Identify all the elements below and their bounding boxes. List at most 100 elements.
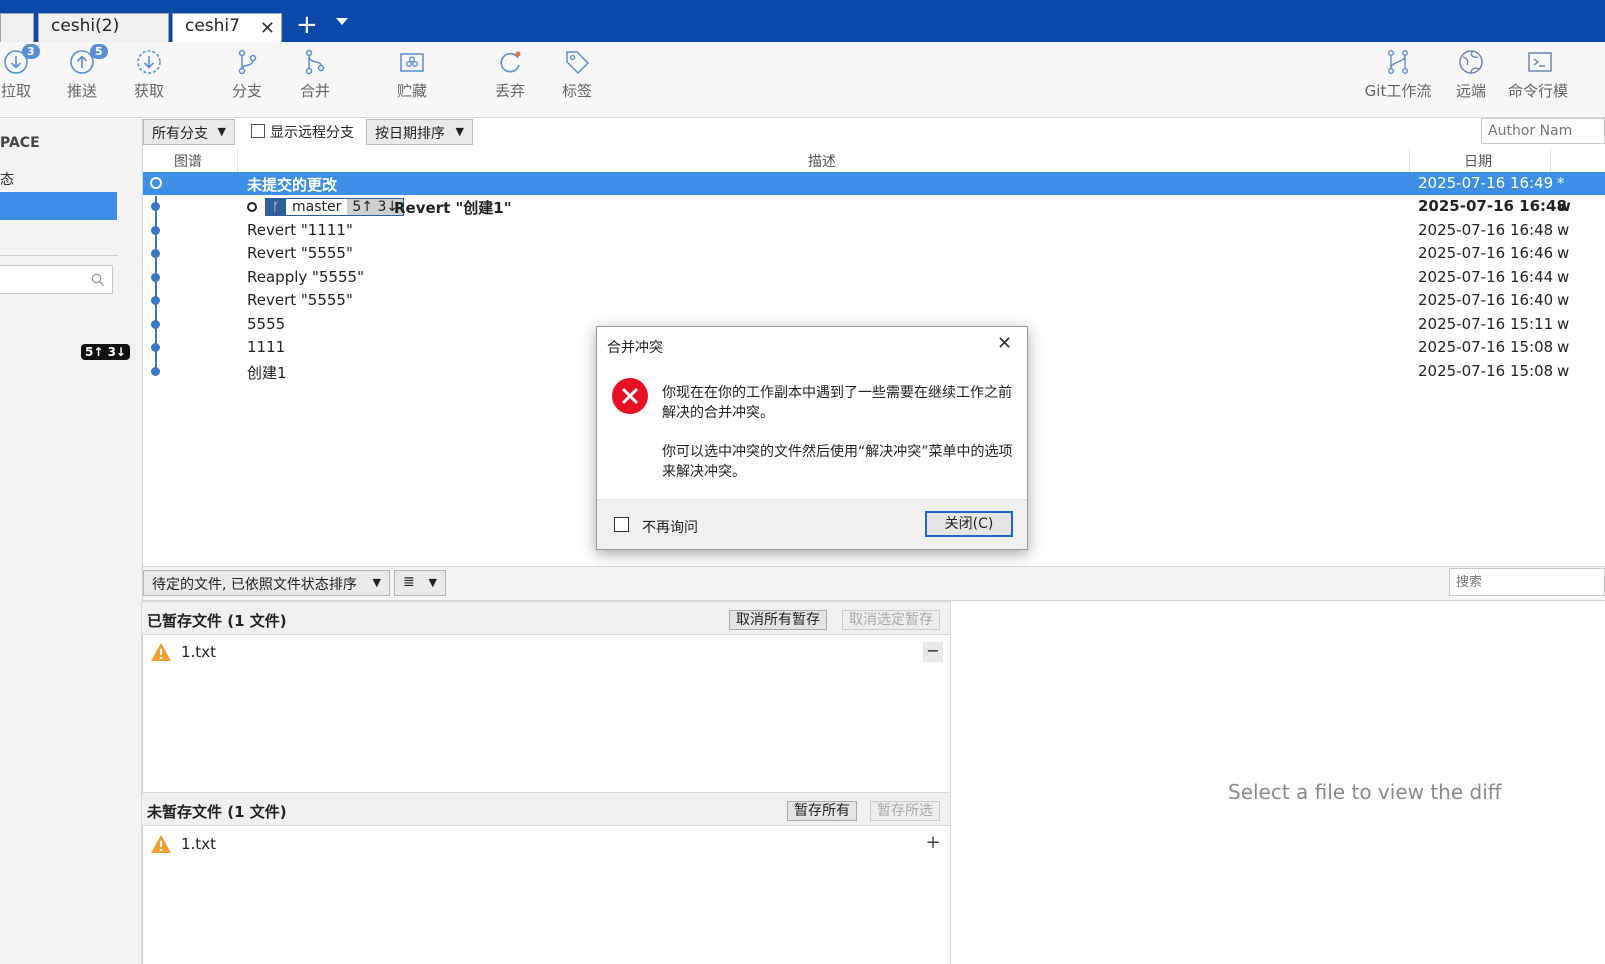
commit-author: w <box>1557 221 1570 239</box>
remote-label: 远端 <box>1455 82 1486 100</box>
commit-description: 5555 <box>247 315 286 333</box>
branch-icon: ᚴ <box>266 199 286 215</box>
branch-label-master[interactable]: ᚴ master 5↑ 3↓ <box>265 198 405 216</box>
column-divider[interactable] <box>1550 149 1551 173</box>
close-button[interactable]: 关闭(C) <box>925 511 1013 537</box>
branch-icon <box>238 49 257 75</box>
commit-author: w <box>1557 197 1571 215</box>
commit-row[interactable]: Revert "5555" 2025-07-16 16:46 w <box>143 242 1605 265</box>
branch-name: master <box>292 199 342 215</box>
tag-button[interactable]: 标签 <box>547 48 607 101</box>
dont-ask-checkbox[interactable] <box>614 517 629 532</box>
pane-divider[interactable] <box>950 601 951 964</box>
column-divider[interactable] <box>237 149 238 173</box>
branch-label: 分支 <box>231 82 262 100</box>
branch-button[interactable]: 分支 <box>217 48 277 101</box>
file-search-input[interactable] <box>1449 568 1605 596</box>
staged-files-header: 已暂存文件 (1 文件) 取消所有暂存 取消选定暂存 <box>141 601 950 635</box>
sort-select-value: 按日期排序 <box>375 126 445 142</box>
search-icon <box>91 273 105 287</box>
unstage-file-icon[interactable]: − <box>923 642 943 662</box>
chevron-down-icon: ▼ <box>217 125 226 138</box>
dialog-message-1: 你现在在你的工作副本中遇到了一些需要在继续工作之前解决的合并冲突。 <box>662 385 1012 421</box>
commit-date: 2025-07-16 15:11 <box>1418 315 1554 333</box>
commit-row[interactable]: Revert "1111" 2025-07-16 16:48 w <box>143 219 1605 242</box>
commit-author: w <box>1557 291 1570 309</box>
author-filter-input[interactable] <box>1481 118 1605 144</box>
sidebar-item-history[interactable] <box>0 192 117 220</box>
column-divider[interactable] <box>1409 149 1410 173</box>
column-date[interactable]: 日期 <box>1464 151 1492 171</box>
unstaged-files-title: 未暂存文件 (1 文件) <box>147 803 287 821</box>
commit-date: 2025-07-16 16:48 <box>1418 221 1554 239</box>
staged-files-title: 已暂存文件 (1 文件) <box>147 612 287 630</box>
column-description[interactable]: 描述 <box>808 151 836 171</box>
commit-node-icon <box>151 226 160 235</box>
dialog-message-2: 你可以选中冲突的文件然后使用“解决冲突”菜单中的选项来解决冲突。 <box>662 444 1013 480</box>
commit-description: Revert "5555" <box>247 291 353 309</box>
tab-dropdown-icon[interactable] <box>336 18 348 25</box>
unstage-selected-button[interactable]: 取消选定暂存 <box>842 610 940 630</box>
column-graph[interactable]: 图谱 <box>174 151 202 171</box>
sidebar-search-input[interactable] <box>0 265 113 294</box>
show-remote-checkbox[interactable] <box>251 124 265 138</box>
chevron-down-icon: ▼ <box>428 576 437 589</box>
commit-author: w <box>1557 338 1570 356</box>
terminal-label: 命令行模 <box>1508 82 1569 100</box>
view-mode-select[interactable]: ≣ ▼ <box>394 570 446 596</box>
uncommitted-node-icon <box>150 177 162 189</box>
stage-file-icon[interactable]: + <box>923 833 943 853</box>
discard-button[interactable]: 丢弃 <box>480 48 540 101</box>
commit-row-head[interactable]: ᚴ master 5↑ 3↓ Revert "创建1" 2025-07-16 1… <box>143 195 1605 218</box>
stash-button[interactable]: 贮藏 <box>382 48 442 101</box>
close-icon[interactable]: ✕ <box>260 18 275 39</box>
tab-bar: ceshi(2) ceshi7 ✕ + <box>0 0 1605 42</box>
commit-date: 2025-07-16 15:08 <box>1418 338 1554 356</box>
commit-node-icon <box>151 343 160 352</box>
sidebar-item-status[interactable]: 态 <box>0 169 14 189</box>
tab-label: ceshi7 <box>185 16 240 36</box>
commit-row[interactable]: Revert "5555" 2025-07-16 16:40 w <box>143 289 1605 312</box>
merge-conflict-dialog: 合并冲突 ✕ 你现在在你的工作副本中遇到了一些需要在继续工作之前解决的合并冲突。… <box>596 326 1028 550</box>
branch-filter-select[interactable]: 所有分支 ▼ <box>143 119 235 145</box>
pane-divider <box>141 601 142 964</box>
sort-select[interactable]: 按日期排序 ▼ <box>366 119 473 145</box>
fetch-button[interactable]: 获取 <box>119 48 179 101</box>
remote-button[interactable]: 远端 <box>1441 48 1501 101</box>
add-tab-icon[interactable]: + <box>296 12 318 38</box>
sync-status-badge: 5↑ 3↓ <box>81 344 130 360</box>
commit-row-uncommitted[interactable]: 未提交的更改 2025-07-16 16:49 * <box>143 172 1605 195</box>
fetch-label: 获取 <box>133 82 164 100</box>
commit-node-icon <box>151 273 160 282</box>
close-icon[interactable]: ✕ <box>997 333 1012 354</box>
tab-ceshi7[interactable]: ceshi7 ✕ <box>172 13 282 42</box>
commit-row[interactable]: Reapply "5555" 2025-07-16 16:44 w <box>143 266 1605 289</box>
pull-count-badge: 3 <box>22 44 40 59</box>
commit-author: w <box>1557 268 1570 286</box>
git-flow-button[interactable]: Git工作流 <box>1360 48 1436 101</box>
merge-button[interactable]: 合并 <box>285 48 345 101</box>
commit-description: 1111 <box>247 338 286 356</box>
commit-description: 未提交的更改 <box>247 176 338 194</box>
git-flow-label: Git工作流 <box>1364 82 1432 100</box>
head-marker-icon <box>247 202 257 212</box>
stage-selected-button[interactable]: 暂存所选 <box>870 801 940 821</box>
file-sort-select[interactable]: 待定的文件, 已依照文件状态排序 ▼ <box>143 570 390 596</box>
commit-node-icon <box>151 367 160 376</box>
stage-all-button[interactable]: 暂存所有 <box>787 801 857 821</box>
tab-partial[interactable] <box>0 13 34 42</box>
tab-ceshi2[interactable]: ceshi(2) <box>38 13 169 42</box>
warning-icon <box>151 835 171 853</box>
toolbar: 拉取 3 推送 5 获取 分支 合并 贮藏 丢弃 标签 Git工作流 远端 命令… <box>0 42 1605 118</box>
unstage-all-button[interactable]: 取消所有暂存 <box>729 610 827 630</box>
terminal-button[interactable]: 命令行模 <box>1508 48 1578 101</box>
commit-author: w <box>1557 244 1570 262</box>
chevron-down-icon: ▼ <box>455 125 464 138</box>
commit-date: 2025-07-16 16:44 <box>1418 268 1554 286</box>
commit-author: w <box>1557 362 1570 380</box>
unstaged-file-name: 1.txt <box>181 835 216 853</box>
push-count-badge: 5 <box>90 44 108 59</box>
staged-file-name: 1.txt <box>181 643 216 661</box>
commit-description: Revert "创建1" <box>394 199 512 217</box>
commit-date: 2025-07-16 16:48 <box>1418 197 1567 215</box>
